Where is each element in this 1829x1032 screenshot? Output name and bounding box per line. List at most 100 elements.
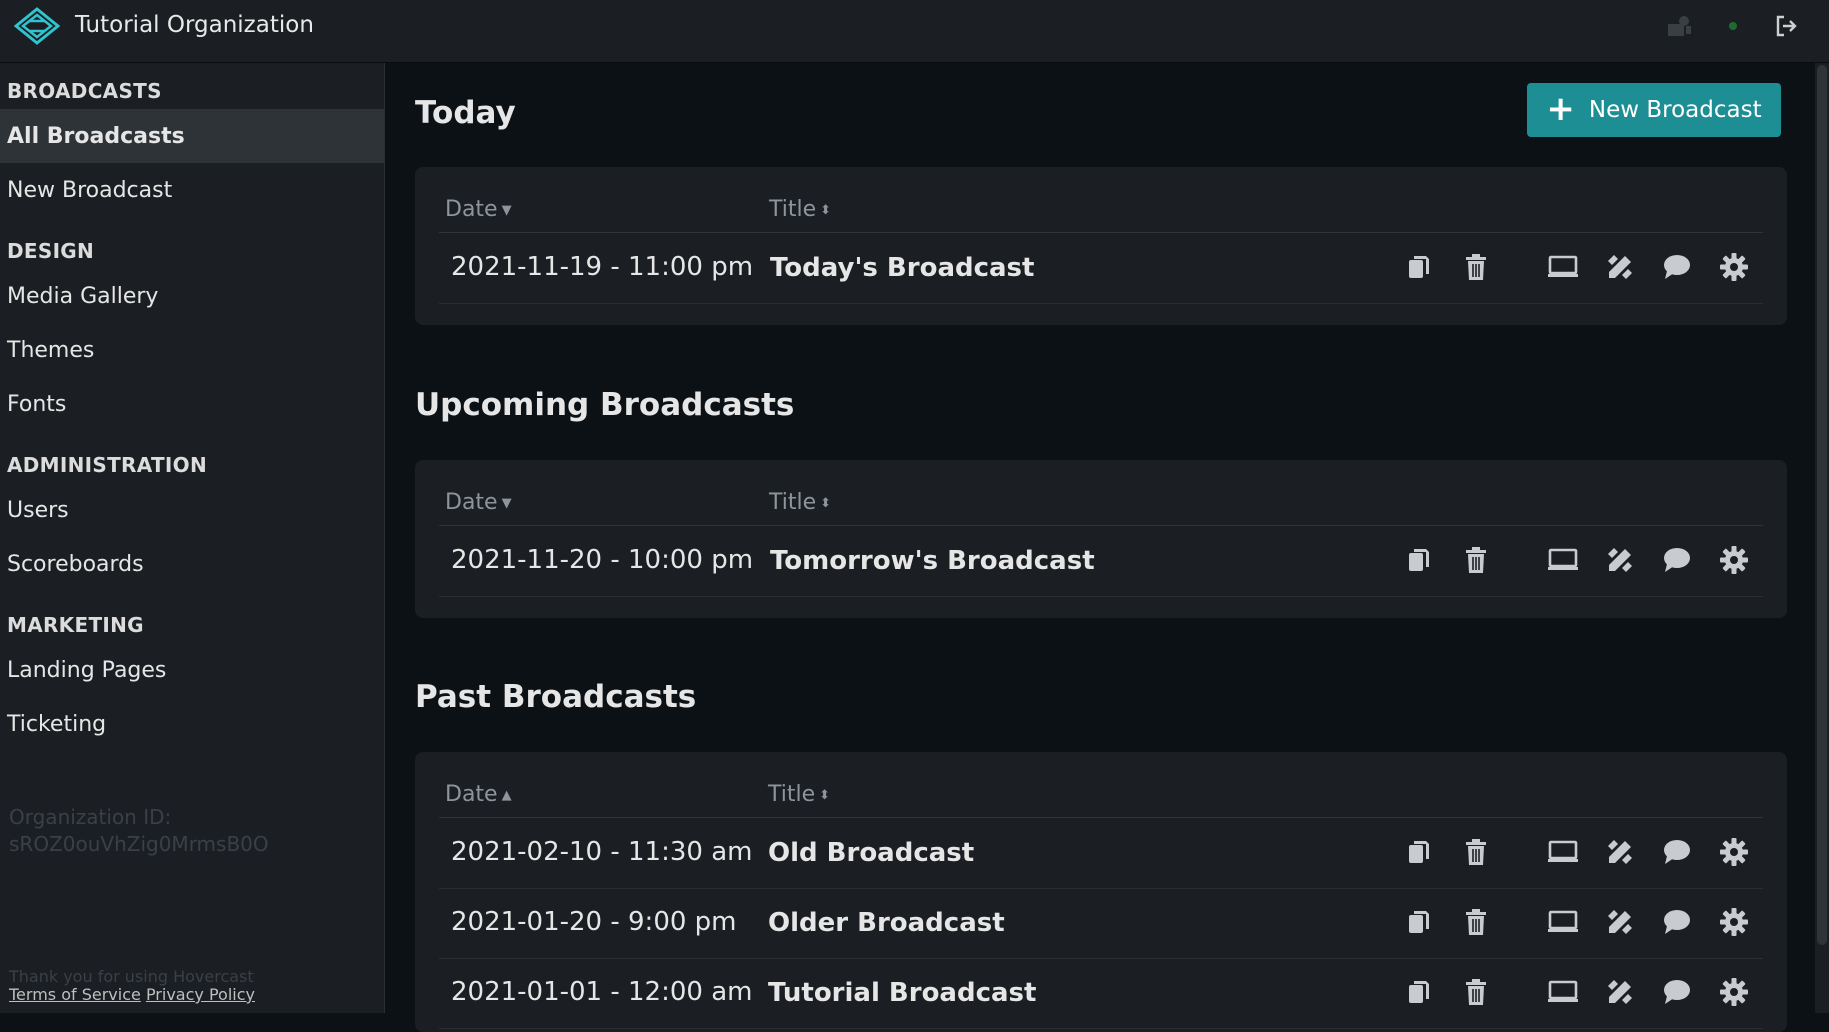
sidebar-item-ticketing[interactable]: Ticketing [0,697,384,751]
logout-icon[interactable] [1773,12,1801,40]
sidebar: BROADCASTS All Broadcasts New Broadcast … [0,63,385,1013]
title-column-header[interactable]: Title ⬍ [768,782,830,807]
organization-id-label: Organization ID: [9,805,172,829]
today-table: Date ▼ Title ⬍ 2021-11-19 - 11:00 pm Today… [415,167,1787,325]
broadcast-date: 2021-01-20 - 9:00 pm [451,907,737,937]
trash-icon[interactable] [1461,977,1491,1007]
broadcast-title[interactable]: Tomorrow's Broadcast [770,546,1095,576]
chat-icon[interactable] [1662,907,1692,937]
hovercast-logo-icon[interactable] [14,7,60,45]
chat-icon[interactable] [1662,545,1692,575]
monitor-icon[interactable] [1548,837,1578,867]
scrollbar-thumb[interactable] [1817,65,1827,945]
date-column-header[interactable]: Date ▼ [445,197,512,222]
new-broadcast-button[interactable]: + New Broadcast [1527,83,1781,137]
chat-icon[interactable] [1662,837,1692,867]
scrollbar[interactable] [1815,63,1829,1013]
table-header: Date ▼ Title ⬍ [439,191,1763,233]
design-icon[interactable] [1605,907,1635,937]
broadcast-title[interactable]: Old Broadcast [768,838,974,868]
broadcast-title[interactable]: Older Broadcast [768,908,1005,938]
copy-icon[interactable] [1404,977,1434,1007]
design-icon[interactable] [1605,545,1635,575]
section-heading-upcoming: Upcoming Broadcasts [415,387,795,423]
sidebar-section-administration: ADMINISTRATION [7,453,208,477]
design-icon[interactable] [1605,837,1635,867]
monitor-icon[interactable] [1548,977,1578,1007]
row-actions [1404,837,1749,867]
broadcast-date: 2021-11-20 - 10:00 pm [451,545,754,575]
design-icon[interactable] [1605,252,1635,282]
copy-icon[interactable] [1404,837,1434,867]
sidebar-item-fonts[interactable]: Fonts [0,377,384,431]
thanks-note: Thank you for using Hovercast [9,967,254,986]
copy-icon[interactable] [1404,252,1434,282]
sort-desc-icon: ▼ [501,203,512,218]
section-heading-today: Today [415,95,516,131]
table-row[interactable]: 2021-02-10 - 11:30 am Old Broadcast [439,819,1763,889]
copy-icon[interactable] [1404,545,1434,575]
sidebar-item-new-broadcast[interactable]: New Broadcast [0,163,384,217]
sidebar-item-all-broadcasts[interactable]: All Broadcasts [0,109,384,163]
sort-both-icon: ⬍ [820,203,832,218]
broadcast-date: 2021-02-10 - 11:30 am [451,837,753,867]
past-table: Date ▲ Title ⬍ 2021-02-10 - 11:30 am Old B… [415,752,1787,1032]
gear-icon[interactable] [1719,545,1749,575]
table-header: Date ▲ Title ⬍ [439,776,1763,818]
sidebar-section-design: DESIGN [7,239,95,263]
monitor-icon[interactable] [1548,907,1578,937]
section-heading-past: Past Broadcasts [415,679,697,715]
gear-icon[interactable] [1719,907,1749,937]
gear-icon[interactable] [1719,977,1749,1007]
sidebar-item-landing-pages[interactable]: Landing Pages [0,643,384,697]
organization-name[interactable]: Tutorial Organization [75,12,314,38]
monitor-icon[interactable] [1548,252,1578,282]
top-bar: Tutorial Organization [0,0,1829,63]
sidebar-item-users[interactable]: Users [0,483,384,537]
status-dot-icon [1719,12,1747,40]
broadcast-date: 2021-11-19 - 11:00 pm [451,252,754,282]
row-actions [1404,907,1749,937]
organization-id-value: sROZ0ouVhZig0MrmsB0O [9,832,269,856]
sidebar-item-media-gallery[interactable]: Media Gallery [0,269,384,323]
chat-icon[interactable] [1662,977,1692,1007]
broadcast-title[interactable]: Today's Broadcast [770,253,1034,283]
date-column-header[interactable]: Date ▼ [445,490,512,515]
sidebar-item-themes[interactable]: Themes [0,323,384,377]
organization-id: Organization ID: sROZ0ouVhZig0MrmsB0O [9,804,269,858]
date-column-header[interactable]: Date ▲ [445,782,512,807]
upcoming-table: Date ▼ Title ⬍ 2021-11-20 - 10:00 pm Tomor… [415,460,1787,618]
sort-both-icon: ⬍ [820,496,832,511]
footer-links: Terms of Service Privacy Policy [9,985,255,1004]
sidebar-item-scoreboards[interactable]: Scoreboards [0,537,384,591]
sidebar-section-broadcasts: BROADCASTS [7,79,162,103]
design-icon[interactable] [1605,977,1635,1007]
table-row[interactable]: 2021-01-01 - 12:00 am Tutorial Broadcast [439,959,1763,1029]
table-row[interactable]: 2021-11-19 - 11:00 pm Today's Broadcast [439,234,1763,304]
new-broadcast-button-label: New Broadcast [1588,97,1762,123]
trash-icon[interactable] [1461,252,1491,282]
privacy-link[interactable]: Privacy Policy [146,985,255,1004]
broadcast-title[interactable]: Tutorial Broadcast [768,978,1036,1008]
title-column-header[interactable]: Title ⬍ [769,490,831,515]
sort-both-icon: ⬍ [819,788,831,803]
trash-icon[interactable] [1461,907,1491,937]
presenter-icon[interactable] [1665,12,1693,40]
table-row[interactable]: 2021-11-20 - 10:00 pm Tomorrow's Broadca… [439,527,1763,597]
trash-icon[interactable] [1461,545,1491,575]
gear-icon[interactable] [1719,252,1749,282]
table-header: Date ▼ Title ⬍ [439,484,1763,526]
trash-icon[interactable] [1461,837,1491,867]
terms-link[interactable]: Terms of Service [9,985,141,1004]
table-row[interactable]: 2021-01-20 - 9:00 pm Older Broadcast [439,889,1763,959]
sort-asc-icon: ▲ [501,788,512,803]
sidebar-section-marketing: MARKETING [7,613,144,637]
plus-icon: + [1546,88,1575,129]
gear-icon[interactable] [1719,837,1749,867]
copy-icon[interactable] [1404,907,1434,937]
monitor-icon[interactable] [1548,545,1578,575]
chat-icon[interactable] [1662,252,1692,282]
row-actions [1404,977,1749,1007]
title-column-header[interactable]: Title ⬍ [769,197,831,222]
broadcast-date: 2021-01-01 - 12:00 am [451,977,753,1007]
